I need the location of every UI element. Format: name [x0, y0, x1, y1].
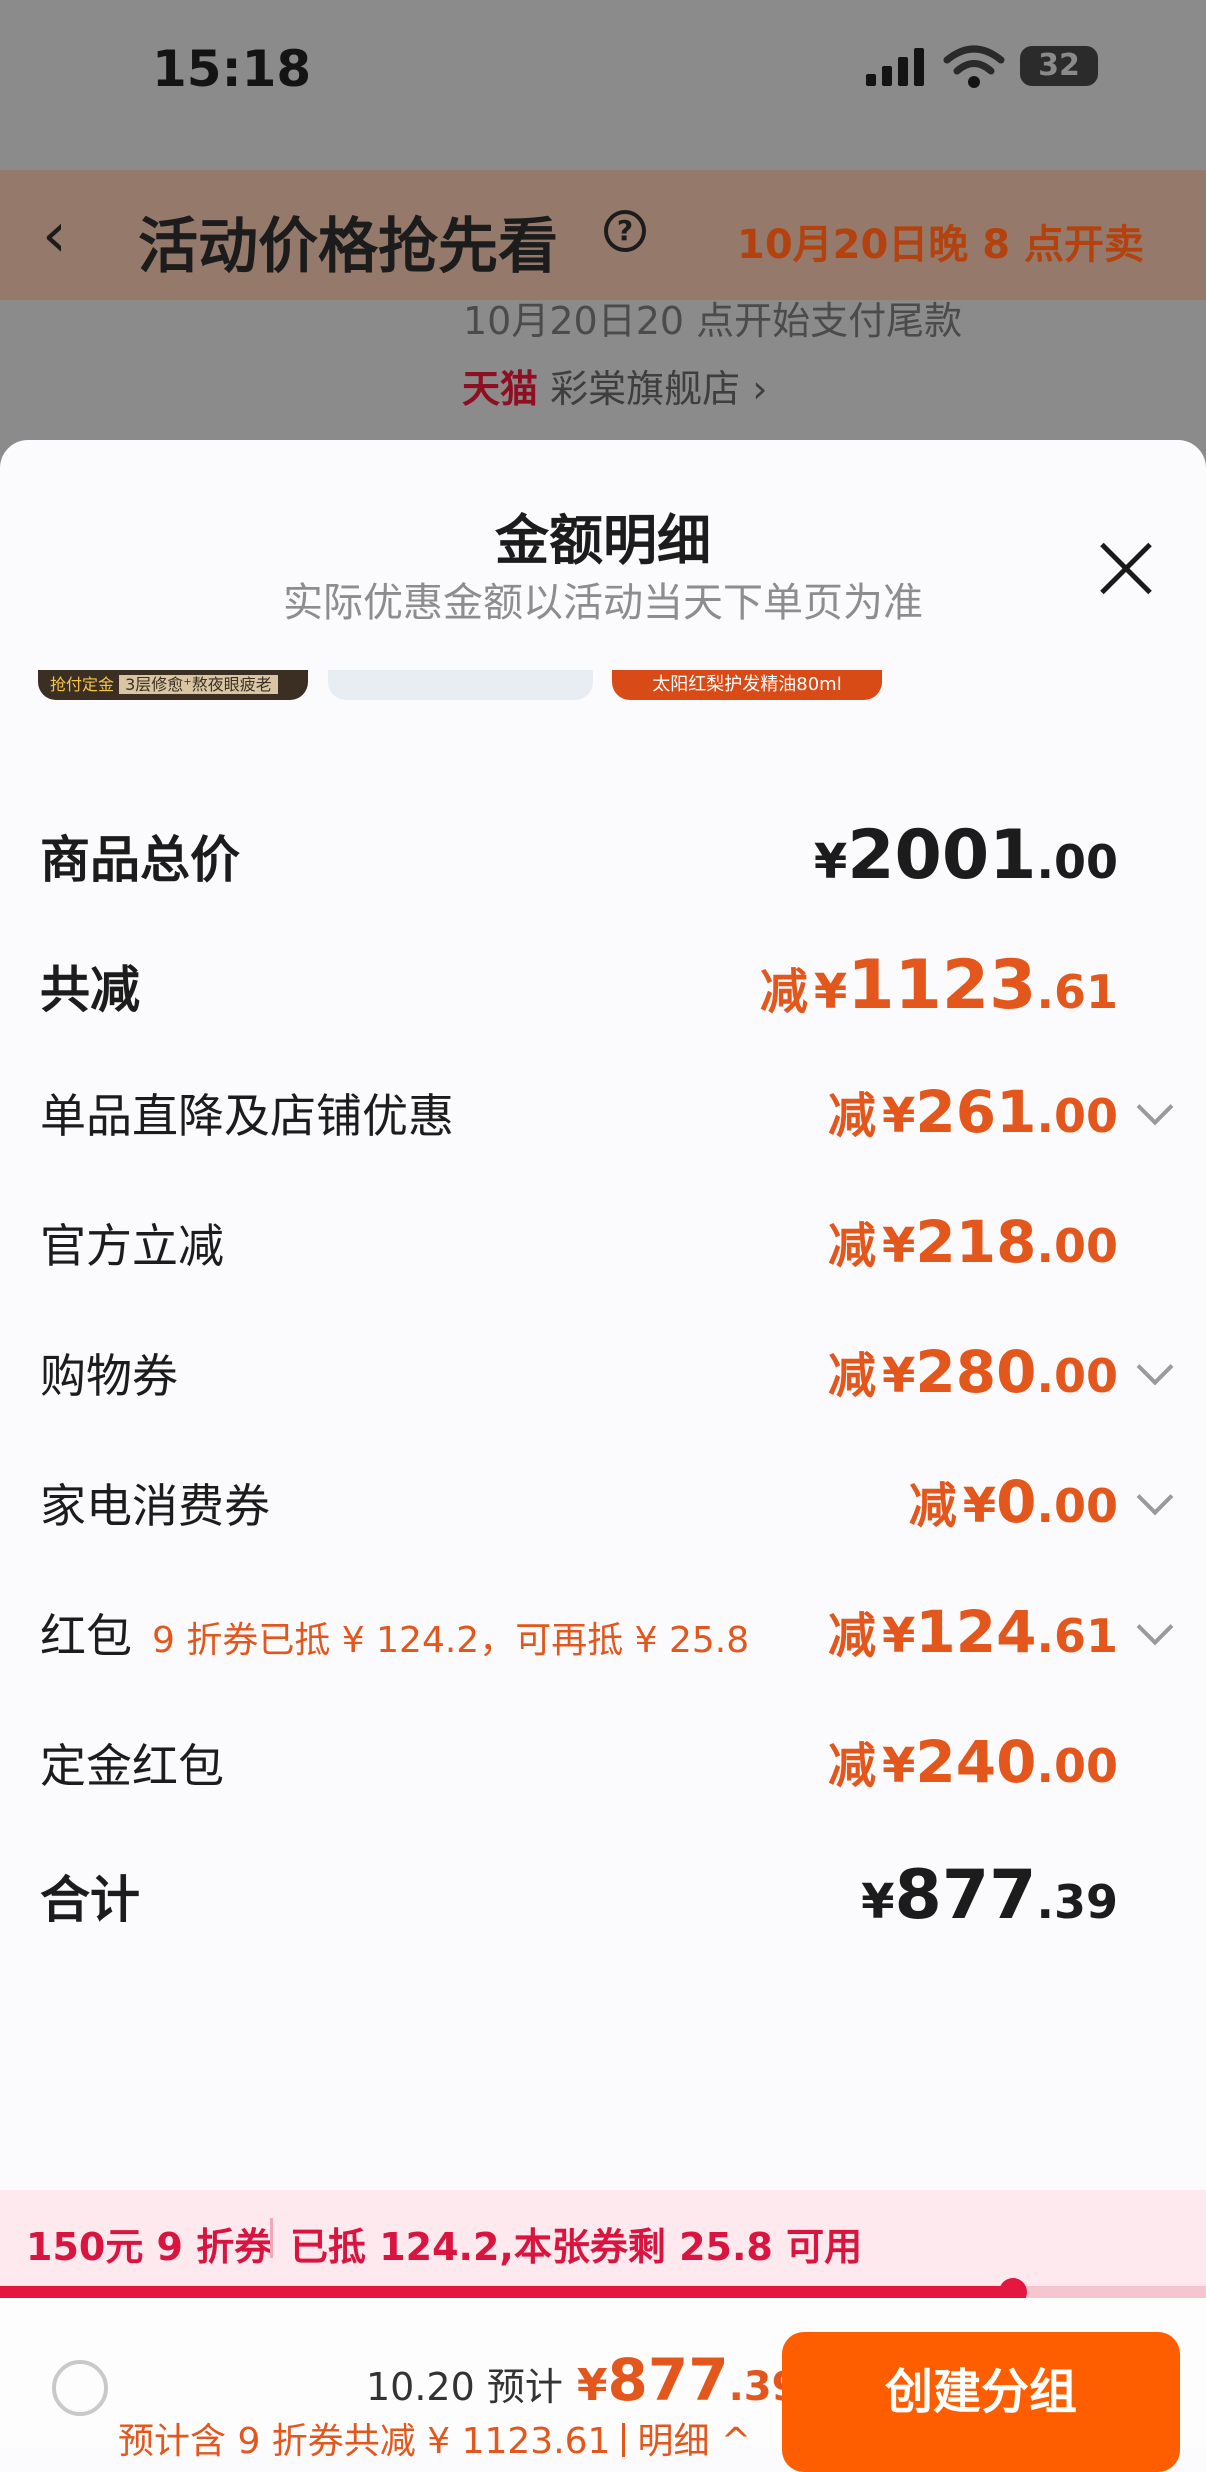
row-label: 家电消费券	[40, 1479, 270, 1533]
row-shopping-voucher[interactable]: 购物券 减 ¥280.00	[0, 1330, 1206, 1420]
row-amount: 减 ¥240.00	[828, 1728, 1118, 1796]
coupon-progress-bar	[0, 2278, 1206, 2306]
row-label: 合计	[40, 1871, 140, 1929]
status-bar: 15:18 32	[0, 0, 1206, 130]
close-icon[interactable]	[1096, 540, 1156, 600]
row-label: 红包 9 折券已抵 ¥ 124.2，可再抵 ¥ 25.8	[40, 1609, 750, 1663]
wifi-icon	[943, 45, 1005, 88]
create-group-button[interactable]: 创建分组	[782, 2332, 1180, 2472]
row-amount: ¥877.39	[861, 1856, 1118, 1935]
page-title: 活动价格抢先看	[138, 212, 558, 282]
row-label: 购物券	[40, 1349, 178, 1403]
thumbnail-tag: 抢付定金	[50, 675, 115, 694]
row-red-packet[interactable]: 红包 9 折券已抵 ¥ 124.2，可再抵 ¥ 25.8 减 ¥124.61	[0, 1590, 1206, 1680]
checkout-footer: 10.20 预计 ¥877.39 预计含 9 折券共减 ¥ 1123.61 明细 ^…	[0, 2298, 1206, 2472]
store-name: 彩棠旗舰店 ›	[550, 367, 768, 411]
row-label: 共减	[40, 961, 140, 1019]
row-amount: 减 ¥0.00	[908, 1468, 1118, 1536]
store-link[interactable]: 天猫 彩棠旗舰店 ›	[462, 358, 767, 413]
coupon-name: 150元 9 折券	[26, 2225, 273, 2269]
row-total-discount: 共减 减 ¥1123.61	[0, 940, 1206, 1030]
row-total-price: 商品总价 ¥2001.00	[0, 810, 1206, 900]
row-amount: 减 ¥280.00	[828, 1338, 1118, 1406]
row-store-discount[interactable]: 单品直降及店铺优惠 减 ¥261.00	[0, 1070, 1206, 1160]
help-icon[interactable]: ?	[604, 210, 646, 252]
product-thumbnail[interactable]: 太阳红梨护发精油80ml	[612, 670, 882, 700]
row-amount: 减 ¥124.61	[828, 1598, 1118, 1666]
status-time: 15:18	[152, 40, 312, 98]
row-appliance-voucher[interactable]: 家电消费券 减 ¥0.00	[0, 1460, 1206, 1550]
row-deposit-red-packet: 定金红包 减 ¥240.00	[0, 1720, 1206, 1810]
back-icon[interactable]: ‹	[42, 200, 67, 270]
chevron-down-icon[interactable]	[1136, 1608, 1174, 1646]
select-all-radio[interactable]	[52, 2360, 108, 2416]
row-amount: ¥2001.00	[813, 816, 1118, 895]
row-grand-total: 合计 ¥877.39	[0, 1850, 1206, 1940]
sheet-subtitle: 实际优惠金额以活动当天下单页为准	[283, 580, 923, 626]
detail-link[interactable]: 明细 ^	[637, 2421, 751, 2462]
row-official-discount: 官方立减 减 ¥218.00	[0, 1200, 1206, 1290]
row-label: 定金红包	[40, 1739, 224, 1793]
background-page: 15:18 32 ‹ 活动价格抢先看 ? 10月20日晚 8 点开卖 10月20…	[0, 0, 1206, 470]
nav-bar: ‹ 活动价格抢先看 ? 10月20日晚 8 点开卖	[0, 170, 1206, 300]
amount-detail-sheet: 金额明细 实际优惠金额以活动当天下单页为准 抢付定金 3层修愈⁺熬夜眼疲老 太阳…	[0, 440, 1206, 2448]
row-amount: 减 ¥261.00	[828, 1078, 1118, 1146]
thumbnail-text: 3层修愈⁺熬夜眼疲老	[119, 675, 278, 694]
sale-time-label: 10月20日晚 8 点开卖	[736, 222, 1144, 268]
chevron-down-icon[interactable]	[1136, 1478, 1174, 1516]
balance-payment-note: 10月20日20 点开始支付尾款	[463, 299, 963, 343]
red-packet-note: 9 折券已抵 ¥ 124.2，可再抵 ¥ 25.8	[152, 1620, 750, 1661]
row-label: 官方立减	[40, 1219, 224, 1273]
sheet-title: 金额明细	[495, 509, 711, 572]
tmall-logo: 天猫	[462, 367, 539, 411]
row-amount: 减 ¥218.00	[828, 1208, 1118, 1276]
coupon-status: 已抵 124.2,本张券剩 25.8 可用	[290, 2225, 863, 2269]
coupon-bar: 150元 9 折券 已抵 124.2,本张券剩 25.8 可用	[0, 2190, 1206, 2290]
progress-fill	[0, 2286, 1014, 2298]
row-amount: 减 ¥1123.61	[759, 946, 1118, 1025]
product-thumbnail[interactable]	[328, 670, 593, 700]
row-label: 单品直降及店铺优惠	[40, 1089, 454, 1143]
divider	[270, 2218, 273, 2258]
row-label: 商品总价	[40, 831, 240, 889]
battery-icon: 32	[1020, 46, 1098, 86]
product-thumbnail[interactable]: 抢付定金 3层修愈⁺熬夜眼疲老	[38, 670, 308, 700]
chevron-down-icon[interactable]	[1136, 1348, 1174, 1386]
cellular-signal-icon	[866, 48, 924, 86]
estimate-price: 10.20 预计 ¥877.39	[366, 2346, 800, 2414]
chevron-down-icon[interactable]	[1136, 1088, 1174, 1126]
discount-summary[interactable]: 预计含 9 折券共减 ¥ 1123.61 明细 ^	[118, 2412, 751, 2464]
